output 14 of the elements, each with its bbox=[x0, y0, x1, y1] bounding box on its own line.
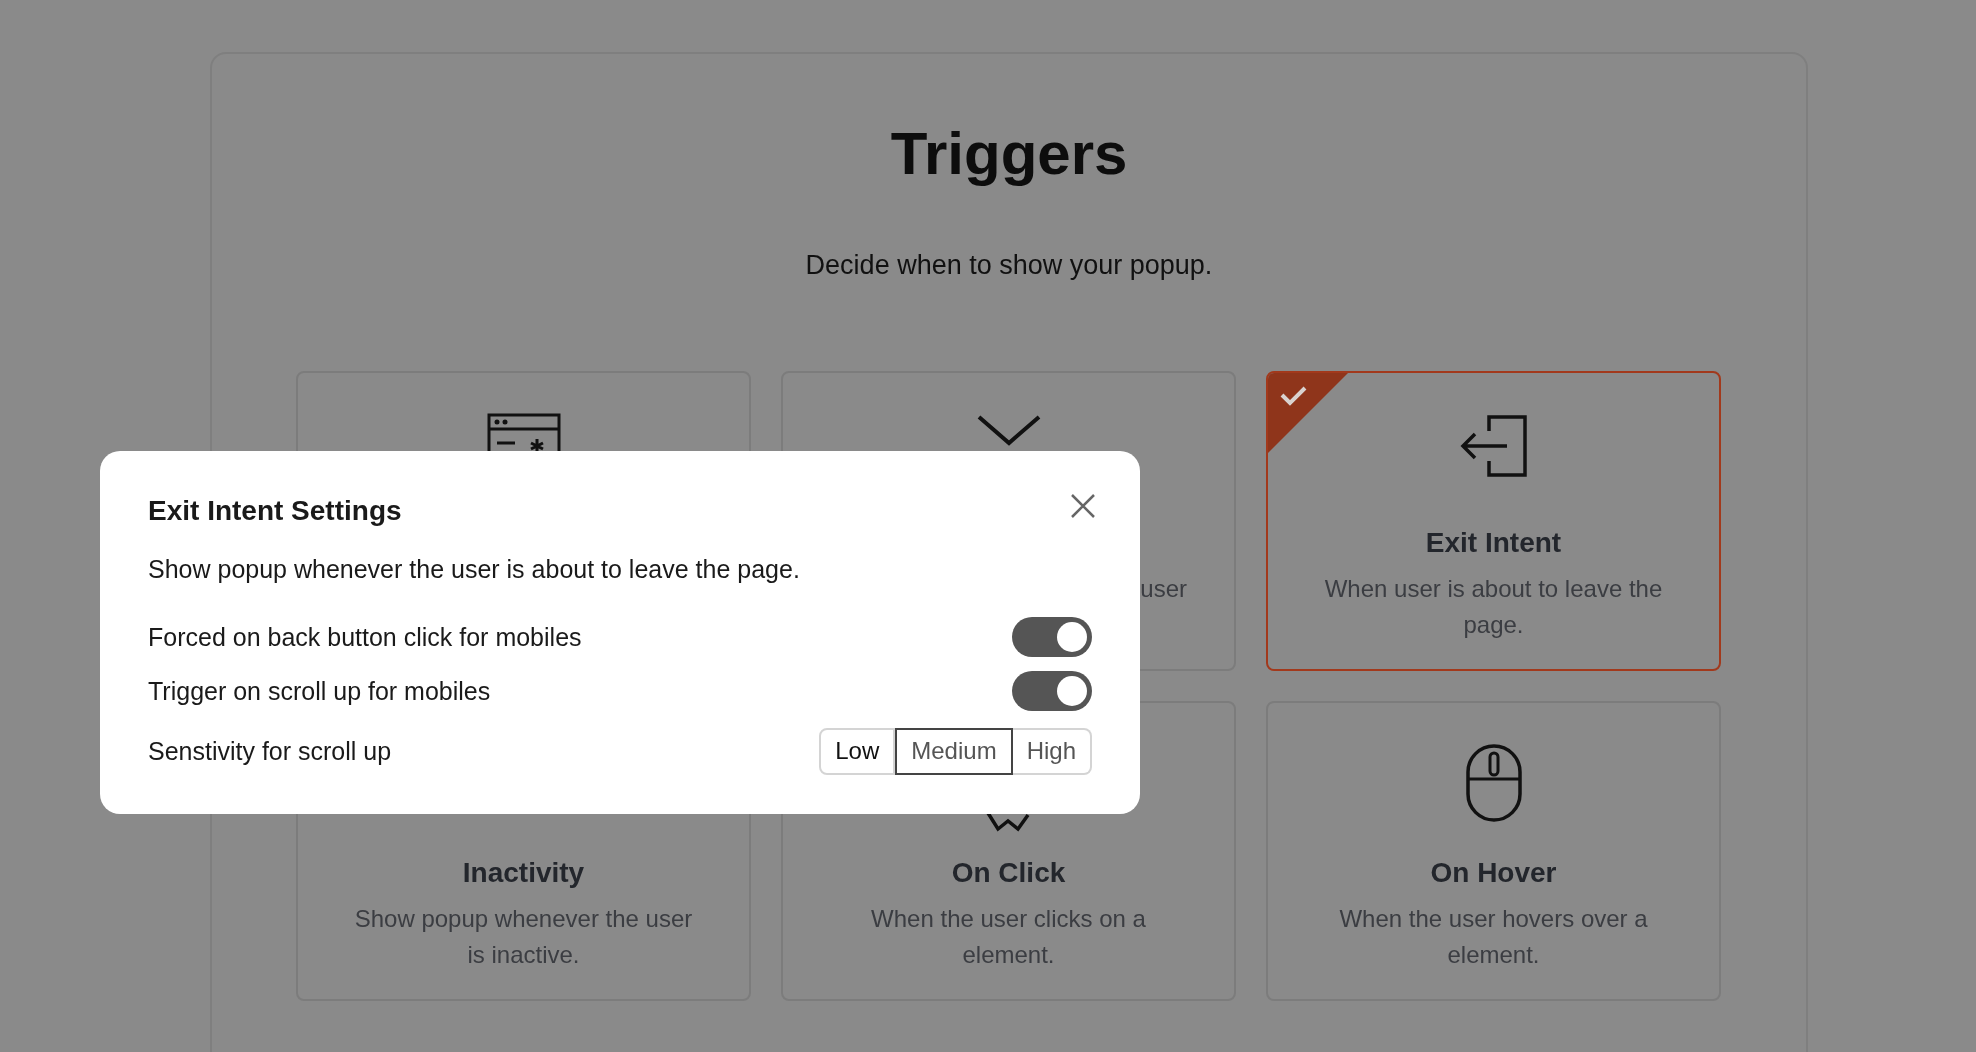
card-description: When user is about to leave the page. bbox=[1323, 574, 1664, 640]
card-title: On Click bbox=[951, 857, 1066, 888]
card-title: Inactivity bbox=[462, 857, 585, 888]
dialog-description: Show popup whenever the user is about to leave the page. bbox=[148, 555, 801, 584]
card-description: When the user clicks on a element. bbox=[870, 904, 1147, 970]
card-title: On Hover bbox=[1430, 857, 1557, 888]
page-title: Triggers bbox=[889, 119, 1129, 189]
card-description: When the user hovers over a element. bbox=[1338, 904, 1649, 970]
dialog-title: Exit Intent Settings bbox=[148, 494, 402, 528]
setting-label: Forced on back button click for mobiles bbox=[148, 622, 582, 652]
card-title: Exit Intent bbox=[1425, 527, 1562, 558]
page-subtitle: Decide when to show your popup. bbox=[804, 250, 1214, 281]
card-description: user bbox=[1139, 574, 1188, 604]
card-description: Show popup whenever the user is inactive. bbox=[353, 904, 694, 970]
